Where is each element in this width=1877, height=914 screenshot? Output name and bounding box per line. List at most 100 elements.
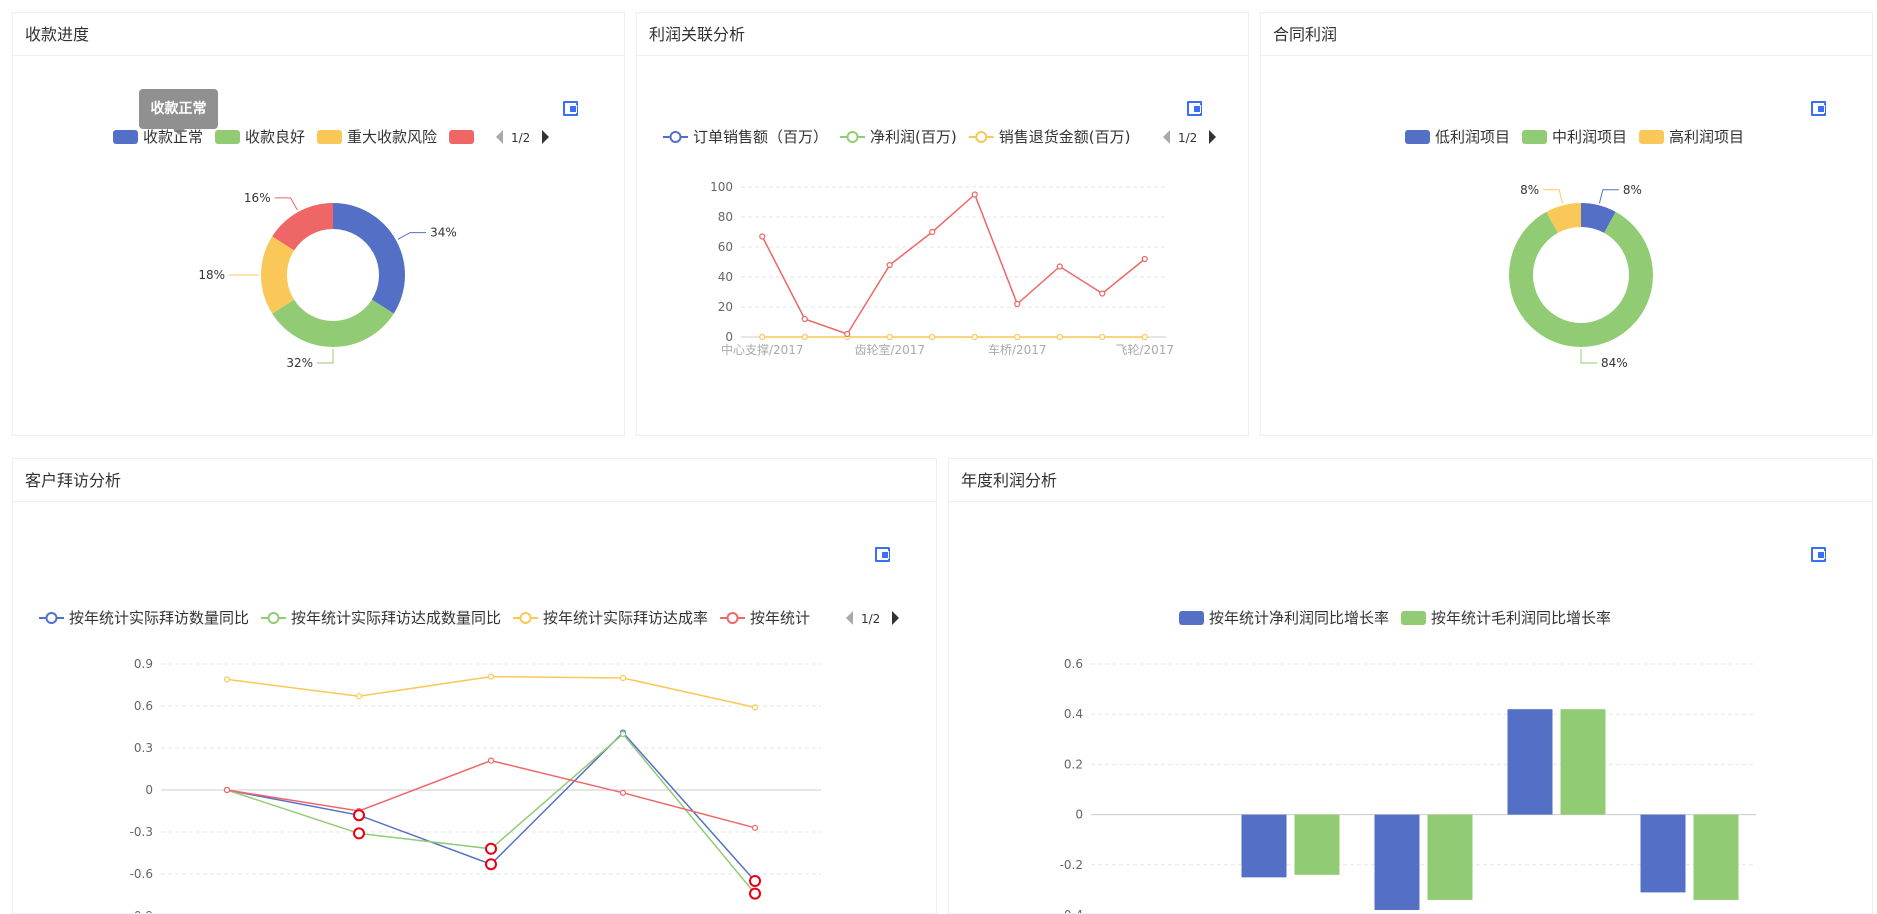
y-tick-label: -0.6: [130, 867, 153, 881]
y-tick-label: 80: [718, 210, 733, 224]
chart-body: 订单销售额（百万） 净利润(百万) 销售退货金额(百万) 1/2 0 20 40 60 80 10…: [637, 56, 1248, 435]
legend-page: 1/2: [511, 131, 530, 145]
legend-next-icon: [892, 611, 899, 625]
bar: [1507, 709, 1553, 815]
series-line: [761, 193, 1146, 335]
y-tick-label: -0.9: [130, 909, 153, 914]
legend-label: 订单销售额（百万）: [693, 128, 828, 146]
data-point: [751, 704, 759, 711]
legend-label: 按年统计净利润同比增长率: [1209, 609, 1389, 627]
pie-label-line: [1598, 189, 1619, 204]
legend-label: 重大收款风险: [347, 128, 437, 146]
save-image-icon[interactable]: [1811, 547, 1826, 562]
chart-body: 收款正常 收款良好 重大收款风险 1/2 34% 32% 18% 16%: [13, 56, 624, 435]
legend-label: 销售退货金额(百万): [999, 128, 1131, 146]
bar: [1427, 814, 1473, 900]
legend-label: 按年统计实际拜访数量同比: [69, 609, 249, 627]
y-tick-label: 100: [710, 180, 733, 194]
x-tick-label: 飞轮/2017: [1115, 343, 1174, 357]
legend-label: 收款良好: [245, 128, 305, 146]
data-point: [886, 261, 893, 269]
y-tick-label: -0.4: [1060, 908, 1083, 914]
panel-contract-profit: 合同利润 低利润项目 中利润项目 高利润项目 8% 84% 8%: [1260, 12, 1873, 436]
panel-title: 合同利润: [1261, 13, 1872, 56]
data-point: [619, 730, 627, 738]
panel-title: 年度利润分析: [949, 459, 1872, 502]
legend-label: 按年统计实际拜访达成率: [543, 609, 708, 627]
save-image-icon[interactable]: [563, 101, 578, 116]
panel-customer-visit: 客户拜访分析 按年统计实际拜访数量同比 按年统计实际拜访达成数量同比 按年统计实际拜…: [12, 458, 937, 914]
highlight-point: [485, 842, 497, 855]
legend-label: 低利润项目: [1435, 128, 1510, 146]
pie-label: 8%: [1520, 183, 1539, 197]
legend-swatch: [1639, 130, 1665, 144]
legend-marker: [726, 612, 739, 624]
save-image-icon[interactable]: [875, 547, 890, 562]
pie-label: 8%: [1623, 183, 1642, 197]
legend-label: 按年统计毛利润同比增长率: [1431, 609, 1611, 627]
data-point: [619, 789, 627, 796]
legend-marker: [45, 612, 58, 624]
panel-title: 客户拜访分析: [13, 459, 936, 502]
pie-label: 34%: [430, 226, 457, 240]
legend-label: 净利润(百万): [870, 128, 957, 146]
highlight-point: [485, 858, 497, 871]
highlight-point: [749, 875, 761, 887]
y-tick-label: 0: [1075, 808, 1083, 822]
legend-swatch: [317, 130, 343, 144]
pie-slice: [261, 236, 295, 314]
data-point: [886, 333, 893, 341]
bar-chart-annual-profit: 按年统计净利润同比增长率 按年统计毛利润同比增长率 0.6 0.4 0.2 0 -0.2 -0…: [1060, 609, 1756, 914]
panel-annual-profit: 年度利润分析 按年统计净利润同比增长率 按年统计毛利润同比增长率 0.6 0.4 0.2…: [948, 458, 1873, 914]
data-point: [487, 673, 495, 680]
panel-title: 利润关联分析: [637, 13, 1248, 56]
panel-title: 收款进度: [13, 13, 624, 56]
legend-label: 中利润项目: [1552, 128, 1627, 146]
y-tick-label: 0.6: [134, 699, 153, 713]
bar: [1640, 814, 1686, 893]
line-chart-customer-visit: 按年统计实际拜访数量同比 按年统计实际拜访达成数量同比 按年统计实际拜访达成率 按年统…: [39, 609, 899, 914]
legend-swatch: [1401, 611, 1427, 625]
chart-body: 低利润项目 中利润项目 高利润项目 8% 84% 8%: [1261, 56, 1872, 435]
legend-next-icon: [542, 130, 549, 144]
data-point: [1056, 333, 1063, 341]
pie-chart-collection: 收款正常 收款良好 重大收款风险 1/234%32%18%16%: [113, 128, 549, 370]
legend-marker: [846, 131, 859, 143]
bar: [1560, 709, 1606, 815]
save-image-icon[interactable]: [1811, 101, 1826, 116]
pie-label: 32%: [286, 356, 313, 370]
data-point: [759, 233, 766, 240]
pie-label-line: [274, 197, 298, 211]
data-point: [844, 330, 851, 338]
y-tick-label: 60: [718, 240, 733, 254]
x-tick-label: 车桥/2017: [988, 342, 1047, 357]
data-point: [801, 315, 808, 323]
series-line: [226, 675, 756, 709]
chart-body: 按年统计净利润同比增长率 按年统计毛利润同比增长率 0.6 0.4 0.2 0 -0.2 -0…: [949, 502, 1872, 913]
legend-next-icon: [1209, 130, 1216, 144]
y-tick-label: 0.4: [1064, 707, 1083, 721]
tooltip: 收款正常: [139, 89, 218, 135]
legend-prev-icon: [496, 130, 503, 144]
legend-label: 按年统计: [750, 609, 810, 627]
x-tick-label: 齿轮室/2017: [854, 342, 925, 357]
save-image-icon[interactable]: [1187, 101, 1202, 116]
data-point: [1099, 333, 1106, 341]
data-point: [929, 228, 936, 236]
y-tick-label: 0: [145, 783, 153, 797]
bar: [1241, 814, 1287, 878]
highlight-point: [749, 887, 761, 900]
chart-body: 按年统计实际拜访数量同比 按年统计实际拜访达成数量同比 按年统计实际拜访达成率 按年统…: [13, 502, 936, 913]
data-point: [1014, 300, 1021, 308]
pie-label: 84%: [1601, 356, 1628, 370]
legend-marker: [519, 612, 532, 624]
data-point: [223, 786, 231, 794]
data-point: [1014, 333, 1021, 341]
y-tick-label: -0.2: [1060, 858, 1083, 872]
data-point: [619, 674, 627, 682]
series-line: [226, 759, 756, 829]
y-tick-label: 20: [718, 300, 733, 314]
y-tick-label: -0.3: [130, 825, 153, 839]
legend-marker: [267, 612, 280, 624]
panel-collection-progress: 收款进度 收款正常 收款良好 重大收款风险 1/2 34% 32% 18% 16%: [12, 12, 625, 436]
